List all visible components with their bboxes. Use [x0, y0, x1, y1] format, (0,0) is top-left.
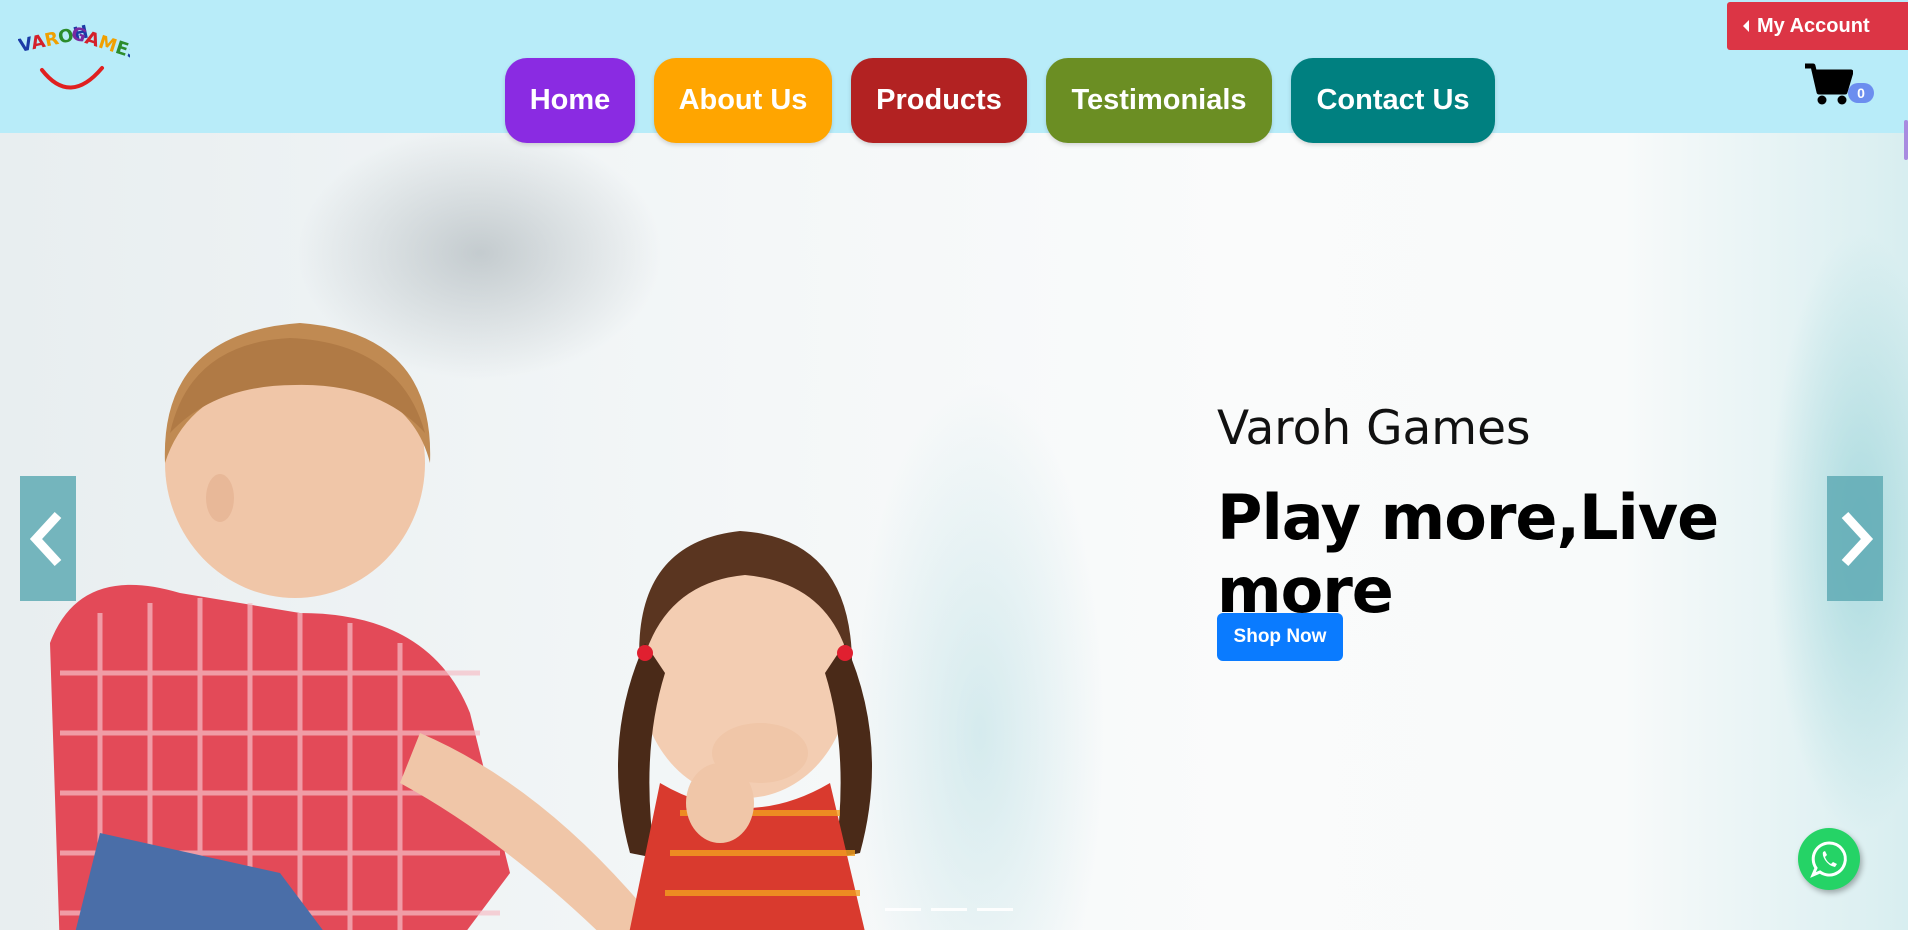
my-account-label: My Account: [1757, 14, 1870, 37]
shop-now-button[interactable]: Shop Now: [1217, 613, 1343, 661]
nav-products[interactable]: Products: [851, 58, 1027, 143]
nav-about-us[interactable]: About Us: [654, 58, 832, 143]
page-scrollbar[interactable]: [1904, 120, 1908, 160]
children-playing-image: [50, 323, 872, 930]
carousel-indicator[interactable]: [885, 908, 921, 911]
whatsapp-icon: [1810, 841, 1847, 878]
carousel-indicator[interactable]: [931, 908, 967, 911]
cart-count-badge: 0: [1848, 83, 1874, 103]
svg-text:GAMES: GAMES: [68, 23, 130, 65]
smile-logo-icon: VAROH GAMES: [18, 22, 130, 90]
carousel-indicator[interactable]: [977, 908, 1013, 911]
brand-logo[interactable]: VAROH GAMES: [18, 18, 130, 106]
carousel-indicators: [885, 908, 1013, 911]
main-nav: Home About Us Products Testimonials Cont…: [505, 58, 1495, 143]
nav-home[interactable]: Home: [505, 58, 635, 143]
nav-testimonials[interactable]: Testimonials: [1046, 58, 1272, 143]
my-account-button[interactable]: My Account: [1727, 2, 1908, 50]
whatsapp-chat-button[interactable]: [1798, 828, 1860, 890]
nav-contact-us[interactable]: Contact Us: [1291, 58, 1495, 143]
site-header: VAROH GAMES Home About Us Products Testi…: [0, 0, 1908, 143]
chevron-left-icon: [29, 511, 62, 566]
chevron-right-icon: [1841, 511, 1874, 566]
hero-title: Play more,Live more: [1217, 481, 1719, 627]
caret-left-icon: [1743, 20, 1749, 32]
shopping-cart-icon: [1805, 63, 1854, 105]
carousel-prev-button[interactable]: [20, 476, 76, 601]
carousel-next-button[interactable]: [1827, 476, 1883, 601]
hero-subtitle: Varoh Games: [1217, 401, 1531, 456]
hero-carousel: Varoh Games Play more,Live more Shop Now: [0, 133, 1908, 930]
